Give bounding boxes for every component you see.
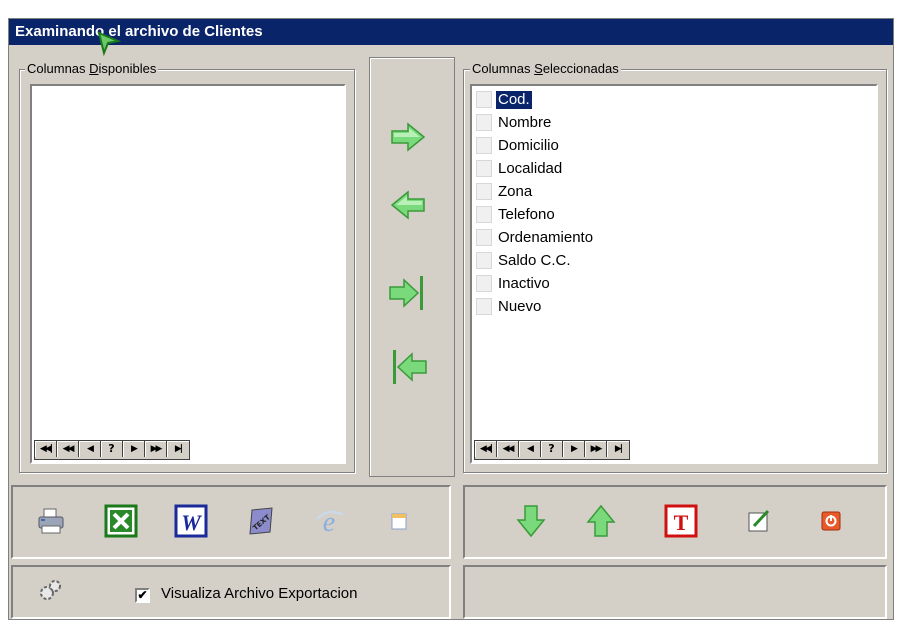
svg-text:W: W xyxy=(181,510,202,535)
window-title: Examinando el archivo de Clientes xyxy=(15,23,263,40)
order-toolbar: T xyxy=(463,485,887,559)
visualize-label: Visualiza Archivo Exportacion xyxy=(161,585,358,602)
item-checkbox[interactable] xyxy=(476,275,492,292)
word-icon: W xyxy=(174,504,208,538)
add-column-button[interactable] xyxy=(378,112,438,162)
list-item-label: Inactivo xyxy=(498,274,550,292)
navigator-button[interactable]: ◀◀ xyxy=(497,441,519,457)
item-checkbox[interactable] xyxy=(476,114,492,131)
text-file-icon: TEXT xyxy=(249,507,273,535)
edit-button[interactable] xyxy=(739,501,779,541)
remove-column-button[interactable] xyxy=(378,180,438,230)
options-panel: ✔ Visualiza Archivo Exportacion xyxy=(11,565,451,619)
list-item[interactable]: Saldo C.C. xyxy=(476,249,573,272)
navigator-button[interactable]: ▶ xyxy=(563,441,585,457)
list-item-label: Telefono xyxy=(498,205,555,223)
clipboard-icon xyxy=(391,513,407,530)
navigator-button[interactable]: ? xyxy=(541,441,563,457)
selected-navigator: ◀◀| ◀◀ ◀? ▶ ▶▶ ▶| xyxy=(474,440,630,460)
visualize-checkbox[interactable]: ✔ xyxy=(135,588,150,603)
list-item-label: Nuevo xyxy=(498,297,542,315)
title-icon: T xyxy=(664,504,698,538)
title-button[interactable]: T xyxy=(661,501,701,541)
close-button[interactable] xyxy=(811,501,851,541)
move-down-button[interactable] xyxy=(511,501,551,541)
list-item-label: Zona xyxy=(498,182,533,200)
svg-text:T: T xyxy=(674,510,689,535)
list-item-label: Localidad xyxy=(498,159,563,177)
navigator-button[interactable]: ◀ xyxy=(79,441,101,457)
item-checkbox[interactable] xyxy=(476,298,492,315)
navigator-button[interactable]: ▶| xyxy=(607,441,629,457)
mouse-cursor-icon xyxy=(97,31,122,56)
item-checkbox[interactable] xyxy=(476,160,492,177)
list-item-label: Saldo C.C. xyxy=(498,251,571,269)
item-checkbox[interactable] xyxy=(476,206,492,223)
edit-icon xyxy=(748,509,770,532)
list-item-label: Ordenamiento xyxy=(498,228,594,246)
navigator-button[interactable]: ▶▶ xyxy=(145,441,167,457)
export-text-button[interactable]: TEXT xyxy=(241,501,281,541)
navigator-button[interactable]: ◀ xyxy=(519,441,541,457)
internet-explorer-icon: e xyxy=(316,507,344,537)
selected-columns-list[interactable]: ◀◀| ◀◀ ◀? ▶ ▶▶ ▶| Cod. Nombre Domicilio Localida… xyxy=(470,84,878,464)
excel-icon xyxy=(104,504,138,538)
arrow-left-icon xyxy=(390,190,425,220)
export-dialog: Examinando el archivo de Clientes Column… xyxy=(8,18,894,620)
status-panel xyxy=(463,565,887,619)
navigator-button[interactable]: ? xyxy=(101,441,123,457)
add-all-columns-button[interactable] xyxy=(378,268,438,318)
list-item-label: Domicilio xyxy=(498,136,559,154)
move-down-icon xyxy=(516,505,546,538)
navigator-button[interactable]: ◀◀ xyxy=(57,441,79,457)
available-columns-legend: Columnas Disponibles xyxy=(25,61,159,76)
available-columns-list[interactable]: ◀◀| ◀◀ ◀? ▶ ▶▶ ▶| xyxy=(30,84,346,464)
export-html-button[interactable]: e xyxy=(309,501,349,541)
list-item-label: Cod. xyxy=(495,89,533,110)
navigator-button[interactable]: ▶| xyxy=(167,441,189,457)
list-item[interactable]: Nuevo xyxy=(476,295,543,318)
list-item[interactable]: Nombre xyxy=(476,111,553,134)
list-item[interactable]: Inactivo xyxy=(476,272,552,295)
list-item[interactable]: Localidad xyxy=(476,157,564,180)
export-clipboard-button[interactable] xyxy=(379,501,419,541)
list-item[interactable]: Ordenamiento xyxy=(476,226,595,249)
list-item[interactable]: Zona xyxy=(476,180,534,203)
arrow-left-all-icon xyxy=(393,350,427,384)
item-checkbox[interactable] xyxy=(476,91,492,108)
available-navigator: ◀◀| ◀◀ ◀? ▶ ▶▶ ▶| xyxy=(34,440,190,460)
navigator-button[interactable]: ◀◀| xyxy=(35,441,57,457)
item-checkbox[interactable] xyxy=(476,229,492,246)
title-bar: Examinando el archivo de Clientes xyxy=(9,19,893,45)
list-item[interactable]: Telefono xyxy=(476,203,557,226)
move-up-icon xyxy=(586,504,616,537)
close-icon xyxy=(821,511,841,531)
arrow-right-all-icon xyxy=(389,276,423,310)
printer-icon xyxy=(38,508,64,534)
arrow-right-icon xyxy=(391,122,426,152)
move-up-button[interactable] xyxy=(581,501,621,541)
list-item[interactable]: Cod. xyxy=(476,88,533,111)
list-item-label: Nombre xyxy=(498,113,552,131)
print-button[interactable] xyxy=(31,501,71,541)
export-toolbar: W TEXT e xyxy=(11,485,451,559)
remove-all-columns-button[interactable] xyxy=(378,342,438,392)
export-word-button[interactable]: W xyxy=(171,501,211,541)
move-buttons-panel xyxy=(369,57,455,477)
list-item[interactable]: Domicilio xyxy=(476,134,561,157)
settings-button[interactable] xyxy=(31,571,71,611)
selected-columns-legend: Columnas Seleccionadas xyxy=(470,61,621,76)
available-columns-group: Columnas Disponibles ◀◀| ◀◀ ◀? ▶ ▶▶ ▶| xyxy=(19,61,355,473)
selected-columns-group: Columnas Seleccionadas ◀◀| ◀◀ ◀? ▶ ▶▶ ▶| Cod.… xyxy=(463,61,887,473)
navigator-button[interactable]: ◀◀| xyxy=(475,441,497,457)
item-checkbox[interactable] xyxy=(476,252,492,269)
item-checkbox[interactable] xyxy=(476,137,492,154)
gears-icon xyxy=(40,580,61,600)
item-checkbox[interactable] xyxy=(476,183,492,200)
navigator-button[interactable]: ▶ xyxy=(123,441,145,457)
export-excel-button[interactable] xyxy=(101,501,141,541)
navigator-button[interactable]: ▶▶ xyxy=(585,441,607,457)
